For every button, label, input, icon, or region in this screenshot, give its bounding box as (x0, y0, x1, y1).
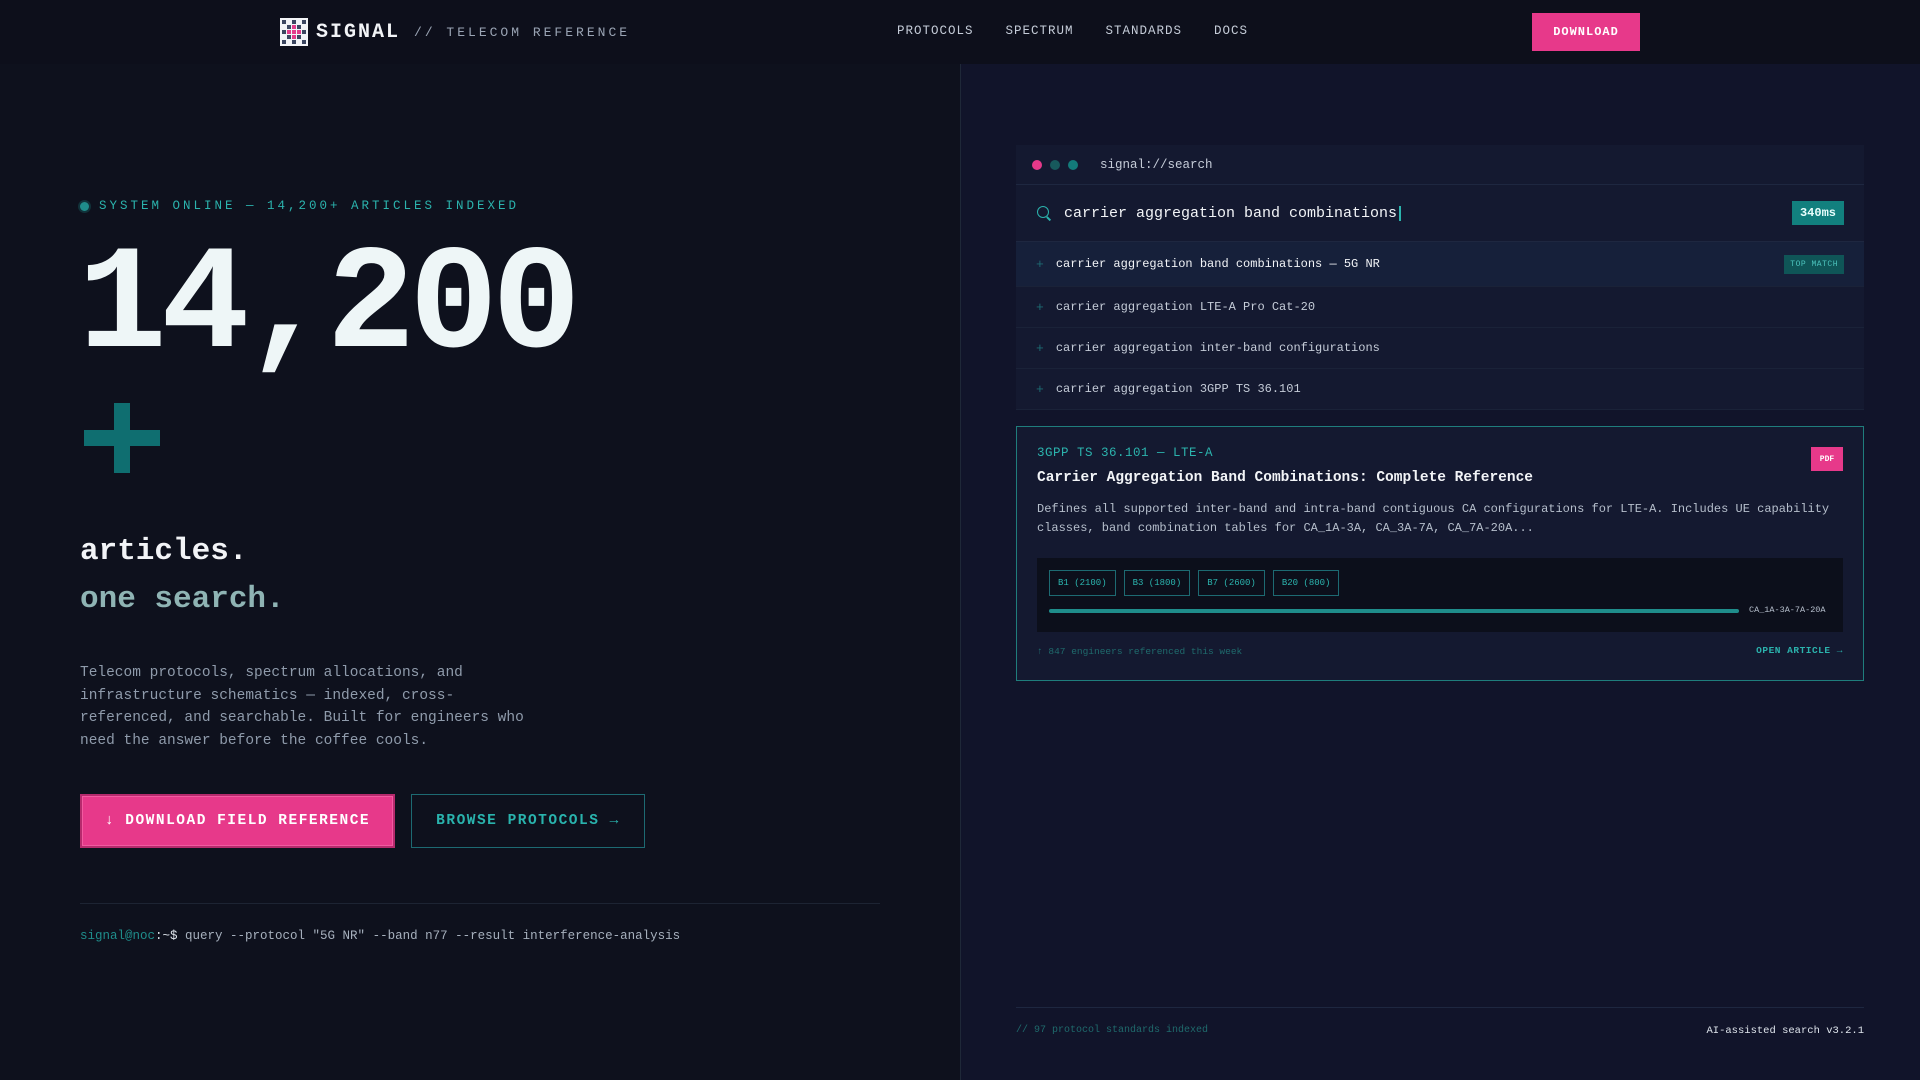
brand-name: SIGNAL (316, 20, 401, 44)
terminal-prompt: signal@noc (80, 929, 156, 943)
status-text: SYSTEM ONLINE — 14,200+ ARTICLES INDEXED (99, 199, 520, 213)
plus-icon: + (1036, 340, 1044, 356)
main-nav: PROTOCOLS SPECTRUM STANDARDS DOCS (897, 24, 1280, 38)
plus-icon: + (1036, 256, 1044, 272)
vertical-divider (960, 64, 961, 1080)
hero-tagline-1: articles. (80, 534, 248, 569)
engagement-stat: ↑ 847 engineers referenced this week (1037, 646, 1243, 657)
window-maximize-dot-icon (1068, 159, 1078, 170)
hero-tagline-2: one search. (80, 582, 285, 617)
suggestion-text: carrier aggregation band combinations — … (1055, 257, 1380, 271)
search-window: signal://search carrier aggregation band… (1016, 145, 1864, 410)
open-article-link[interactable]: OPEN ARTICLE → (1756, 645, 1843, 656)
standards-count: // 97 protocol standards indexed (1016, 1025, 1209, 1036)
band-combination-diagram: B1 (2100) B3 (1800) B7 (2600) B20 (800) … (1037, 558, 1843, 632)
window-url: signal://search (1100, 157, 1213, 172)
terminal-prompt-separator: :~$ (155, 929, 178, 943)
window-minimize-dot-icon (1050, 159, 1060, 170)
suggestion-item[interactable]: + carrier aggregation 3GPP TS 36.101 (1016, 369, 1864, 410)
hero-description: Telecom protocols, spectrum allocations,… (80, 665, 524, 749)
nav-spectrum[interactable]: SPECTRUM (1006, 24, 1074, 38)
nav-protocols[interactable]: PROTOCOLS (897, 24, 974, 38)
search-query[interactable]: carrier aggregation band combinations (1064, 205, 1397, 222)
search-icon (1036, 205, 1052, 221)
right-footer-divider (1016, 1007, 1864, 1008)
brand-logo[interactable]: SIGNAL // TELECOM REFERENCE (280, 18, 630, 46)
terminal-command-text: query --protocol "5G NR" --band n77 --re… (177, 929, 681, 943)
terminal-command: signal@noc:~$ query --protocol "5G NR" -… (80, 929, 680, 943)
brand-subtitle: // TELECOM REFERENCE (414, 24, 631, 40)
header-download-button[interactable]: DOWNLOAD (1532, 13, 1640, 51)
nav-standards[interactable]: STANDARDS (1106, 24, 1183, 38)
version-label: AI-assisted search v3.2.1 (1706, 1025, 1864, 1037)
band-chip: B1 (2100) (1049, 570, 1116, 596)
article-title[interactable]: Carrier Aggregation Band Combinations: C… (1037, 470, 1533, 486)
article-card[interactable]: 3GPP TS 36.101 — LTE-A Carrier Aggregati… (1016, 426, 1864, 681)
window-titlebar: signal://search (1016, 145, 1864, 185)
system-status: SYSTEM ONLINE — 14,200+ ARTICLES INDEXED (80, 199, 519, 213)
pdf-badge[interactable]: PDF (1811, 447, 1843, 471)
suggestion-item[interactable]: + carrier aggregation inter-band configu… (1016, 328, 1864, 369)
text-caret (1399, 205, 1402, 221)
combination-label: CA_1A-3A-7A-20A (1749, 605, 1826, 615)
suggestion-item[interactable]: + carrier aggregation band combinations … (1016, 242, 1864, 287)
plus-icon: + (1036, 299, 1044, 315)
status-dot-icon (80, 201, 89, 211)
top-header: SIGNAL // TELECOM REFERENCE PROTOCOLS SP… (0, 0, 1920, 64)
band-list: B1 (2100) B3 (1800) B7 (2600) B20 (800) (1049, 570, 1347, 596)
band-chip: B3 (1800) (1123, 570, 1191, 596)
suggestion-text: carrier aggregation inter-band configura… (1055, 341, 1380, 355)
top-match-badge: TOP MATCH (1784, 255, 1844, 274)
hero-article-count: 14,200 (78, 224, 581, 391)
suggestion-item[interactable]: + carrier aggregation LTE-A Pro Cat-20 (1016, 287, 1864, 328)
band-chip: B7 (2600) (1198, 570, 1265, 596)
download-field-reference-button[interactable]: ↓ DOWNLOAD FIELD REFERENCE (80, 794, 395, 848)
hero-divider (80, 903, 880, 904)
suggestion-text: carrier aggregation LTE-A Pro Cat-20 (1055, 300, 1316, 314)
window-close-dot-icon (1032, 159, 1042, 170)
article-spec-label: 3GPP TS 36.101 — LTE-A (1037, 446, 1214, 460)
plus-icon: + (1036, 381, 1044, 397)
plus-icon (84, 398, 160, 478)
band-chip: B20 (800) (1272, 570, 1340, 596)
aggregation-bar (1049, 609, 1739, 613)
suggestion-text: carrier aggregation 3GPP TS 36.101 (1055, 382, 1301, 396)
browse-protocols-button[interactable]: BROWSE PROTOCOLS → (411, 794, 645, 848)
logo-icon (280, 18, 308, 46)
article-description: Defines all supported inter-band and int… (1037, 502, 1830, 535)
search-input[interactable]: carrier aggregation band combinations 34… (1016, 185, 1864, 242)
nav-docs[interactable]: DOCS (1214, 24, 1248, 38)
latency-badge: 340ms (1791, 201, 1844, 225)
